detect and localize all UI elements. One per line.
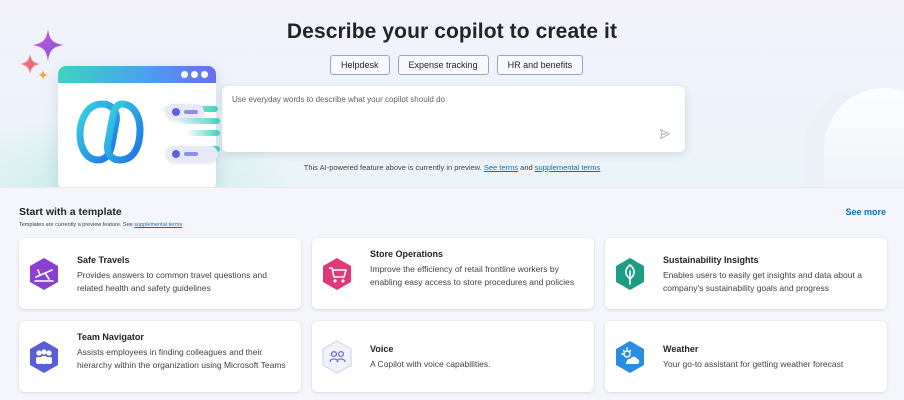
suggestion-chips: Helpdesk Expense tracking HR and benefit… bbox=[330, 55, 584, 75]
templates-heading: Start with a template bbox=[19, 206, 122, 218]
template-card-safe-travels[interactable]: Safe Travels Provides answers to common … bbox=[19, 238, 301, 309]
template-card-description: Improve the efficiency of retail frontli… bbox=[370, 264, 575, 287]
weather-icon bbox=[616, 341, 644, 373]
sparkle-small-icon bbox=[20, 54, 40, 74]
decorative-shape bbox=[824, 88, 904, 187]
prompt-input[interactable] bbox=[232, 95, 652, 104]
template-card-description: Assists employees in finding colleagues … bbox=[77, 347, 286, 370]
template-card-weather[interactable]: Weather Your go-to assistant for getting… bbox=[605, 321, 887, 392]
illustration-chip bbox=[166, 146, 218, 162]
shopping-cart-icon bbox=[323, 258, 351, 290]
people-icon bbox=[30, 341, 58, 373]
and-text: and bbox=[520, 163, 533, 172]
send-icon[interactable] bbox=[659, 128, 671, 140]
template-card-title: Voice bbox=[370, 344, 394, 354]
template-card-description: A Copilot with voice capabilities. bbox=[370, 359, 491, 369]
template-card-title: Weather bbox=[663, 344, 699, 354]
illustration-line bbox=[186, 130, 220, 136]
leaf-icon bbox=[616, 258, 644, 290]
preview-disclaimer: This AI-powered feature above is current… bbox=[0, 163, 904, 172]
templates-supplemental-terms-link[interactable]: supplemental terms bbox=[134, 222, 182, 228]
copilot-logo-icon bbox=[76, 100, 144, 164]
chip-hr-and-benefits[interactable]: HR and benefits bbox=[496, 55, 584, 75]
page-title: Describe your copilot to create it bbox=[286, 20, 618, 43]
voice-people-icon bbox=[322, 340, 352, 374]
preview-disclaimer-text: This AI-powered feature above is current… bbox=[303, 163, 482, 172]
template-card-description: Provides answers to common travel questi… bbox=[77, 270, 267, 293]
template-card-description: Enables users to easily get insights and… bbox=[663, 270, 862, 293]
see-more-link[interactable]: See more bbox=[845, 207, 886, 217]
hero-banner: Describe your copilot to create it Helpd… bbox=[0, 0, 904, 188]
template-card-title: Sustainability Insights bbox=[663, 255, 759, 265]
chip-helpdesk[interactable]: Helpdesk bbox=[330, 55, 390, 75]
template-card-title: Team Navigator bbox=[77, 332, 144, 342]
template-card-title: Safe Travels bbox=[77, 255, 130, 265]
sparkle-tiny-icon bbox=[38, 70, 48, 80]
template-card-store-operations[interactable]: Store Operations Improve the efficiency … bbox=[312, 238, 594, 309]
illustration-line bbox=[176, 118, 220, 124]
template-card-voice[interactable]: Voice A Copilot with voice capabilities. bbox=[312, 321, 594, 392]
template-card-description: Your go-to assistant for getting weather… bbox=[663, 359, 844, 369]
supplemental-terms-link[interactable]: supplemental terms bbox=[535, 163, 600, 172]
templates-subtext-label: Templates are currently a preview featur… bbox=[19, 222, 133, 228]
chip-expense-tracking[interactable]: Expense tracking bbox=[397, 55, 489, 75]
prompt-box bbox=[222, 86, 685, 152]
airplane-icon bbox=[30, 258, 58, 290]
template-card-sustainability-insights[interactable]: Sustainability Insights Enables users to… bbox=[605, 238, 887, 309]
template-card-team-navigator[interactable]: Team Navigator Assists employees in find… bbox=[19, 321, 301, 392]
template-card-title: Store Operations bbox=[370, 249, 444, 259]
see-terms-link[interactable]: See terms bbox=[484, 163, 518, 172]
templates-subtext: Templates are currently a preview featur… bbox=[19, 222, 182, 228]
